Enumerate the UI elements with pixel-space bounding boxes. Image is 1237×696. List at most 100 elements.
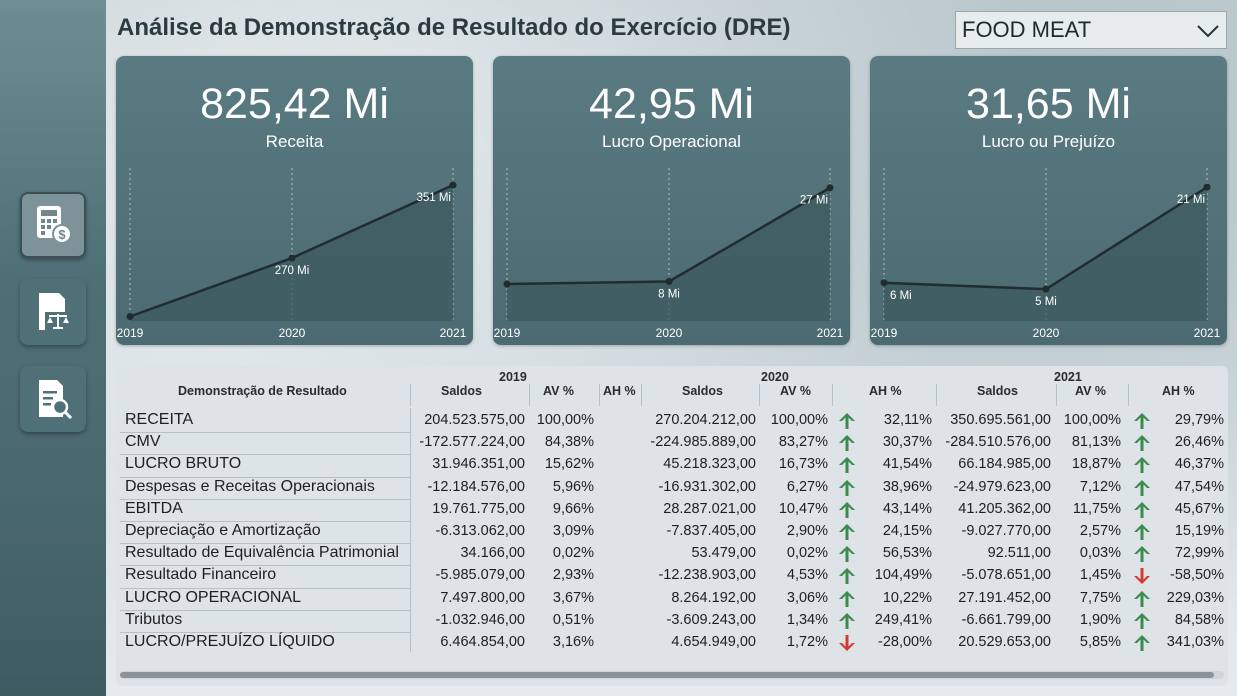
av-cell: 1,90% [1079,611,1121,628]
x-tick-label: 2019 [871,326,898,340]
saldo-cell: 270.204.212,00 [655,412,756,428]
row-label: CMV [125,433,161,451]
kpi-label: Receita [265,132,324,151]
arrow-up-icon [1134,546,1150,563]
av-cell: 100,00% [536,412,594,428]
av-cell: 81,13% [1071,434,1121,451]
av-cell: 0,51% [552,611,594,628]
av-cell: 9,66% [552,500,594,517]
av-cell: 3,67% [552,589,594,606]
saldo-cell: -16.931.302,00 [658,478,756,495]
ah-cell: 32,11% [883,412,932,428]
col-header-ah: AH % [1162,384,1195,398]
arrow-up-icon [1134,524,1150,540]
x-tick-label: 2020 [279,326,306,340]
saldo-cell: 8.264.192,00 [671,589,756,606]
av-cell: 7,12% [1079,478,1121,495]
header-separator [641,384,642,406]
ah-cell: 56,53% [882,545,932,562]
av-cell: 0,02% [786,545,828,562]
row-label: LUCRO/PREJUÍZO LÍQUIDO [125,633,335,650]
arrow-up-icon [839,546,855,563]
ah-cell: 30,37% [882,434,932,451]
ah-cell: 15,19% [1174,523,1224,539]
data-point [449,181,457,189]
data-label: 5 Mi [1035,296,1057,308]
saldo-cell: 20.529.653,00 [958,634,1051,650]
header-separator [1128,384,1129,406]
arrow-up-icon [839,612,855,629]
saldo-cell: 41.205.362,00 [958,500,1051,517]
ah-cell: 104,49% [874,567,932,584]
saldo-cell: 7.497.800,00 [440,589,525,606]
arrow-up-icon [839,568,855,585]
av-cell: 1,34% [786,611,828,628]
row-separator [120,432,410,434]
arrow-up-icon [839,413,855,429]
saldo-cell: 28.287.021,00 [663,500,756,517]
kpi-card-receita: 270 Mi 351 Mi 2019 2020 2021 825,42 Mi Recei… [116,56,473,345]
kpi-label: Lucro Operacional [602,132,741,151]
arrow-up-icon [1134,479,1150,496]
saldo-cell: 6.464.854,00 [440,634,525,650]
data-point [503,280,511,288]
saldo-cell: -5.078.651,00 [961,567,1052,584]
slicer-selected-value: FOOD MEAT [962,17,1092,42]
header-separator [759,384,760,406]
av-cell: 6,27% [786,478,828,495]
col-header-ah: AH % [869,384,902,398]
kpi-value: 31,65 Mi [966,80,1131,128]
nav-search-button[interactable] [20,366,86,432]
x-tick-label: 2019 [117,326,144,340]
document-search-icon [39,380,73,420]
ah-cell: -58,50% [1169,567,1224,584]
kpi-card-lucro-prejuizo: 6 Mi 5 Mi 21 Mi 2019 2020 2021 31,65 Mi Lucro… [870,56,1227,345]
company-slicer-dropdown[interactable]: FOOD MEAT [955,11,1227,49]
saldo-cell: 19.761.775,00 [432,500,525,517]
av-cell: 3,06% [786,589,828,606]
row-label: EBITDA [125,499,183,517]
col-header-ah: AH % [603,384,636,398]
dre-matrix-table: Demonstração de Resultado 2019 Saldos AV % A… [116,366,1228,686]
kpi-value: 825,42 Mi [200,80,389,128]
calculator-dollar-icon: $ [37,206,72,244]
saldo-cell: 66.184.985,00 [958,456,1051,473]
x-tick-label: 2021 [817,326,844,340]
saldo-cell: -3.609.243,00 [666,611,757,628]
document-scale-icon [39,293,71,330]
data-label: 351 Mi [416,192,451,204]
ah-cell: 72,99% [1174,545,1224,562]
av-cell: 3,09% [552,523,594,539]
av-cell: 2,57% [1079,523,1121,539]
saldo-cell: 350.695.561,00 [950,412,1051,428]
ah-cell: 47,54% [1174,478,1224,495]
year-header: 2021 [1054,370,1082,384]
ah-cell: 46,37% [1174,456,1224,473]
year-header: 2019 [499,370,527,384]
horizontal-scrollbar-thumb[interactable] [120,672,1214,678]
year-header: 2020 [761,370,789,384]
ah-cell: 229,03% [1166,589,1224,606]
row-header-label: Demonstração de Resultado [178,384,347,398]
header-separator [410,384,411,406]
data-point [126,313,134,320]
arrow-up-icon [1134,612,1150,629]
nav-balance-button[interactable] [20,279,86,345]
saldo-cell: 31.946.351,00 [432,456,525,473]
data-point [880,279,888,287]
row-label: Resultado Financeiro [125,566,277,584]
arrow-up-icon [1134,501,1150,518]
data-point [288,254,296,262]
av-cell: 1,72% [786,634,828,650]
chevron-down-icon [1197,25,1219,38]
x-tick-label: 2020 [656,326,683,340]
saldo-cell: -172.577.224,00 [419,434,525,451]
saldo-cell: 34.166,00 [460,545,525,562]
nav-dre-button[interactable]: $ [20,192,86,258]
header-separator [1056,384,1057,406]
col-header-av: AV % [543,384,575,398]
av-cell: 5,96% [552,478,594,495]
row-label: LUCRO OPERACIONAL [125,588,302,606]
saldo-cell: 27.191.452,00 [958,589,1051,606]
x-tick-label: 2021 [1194,326,1221,340]
